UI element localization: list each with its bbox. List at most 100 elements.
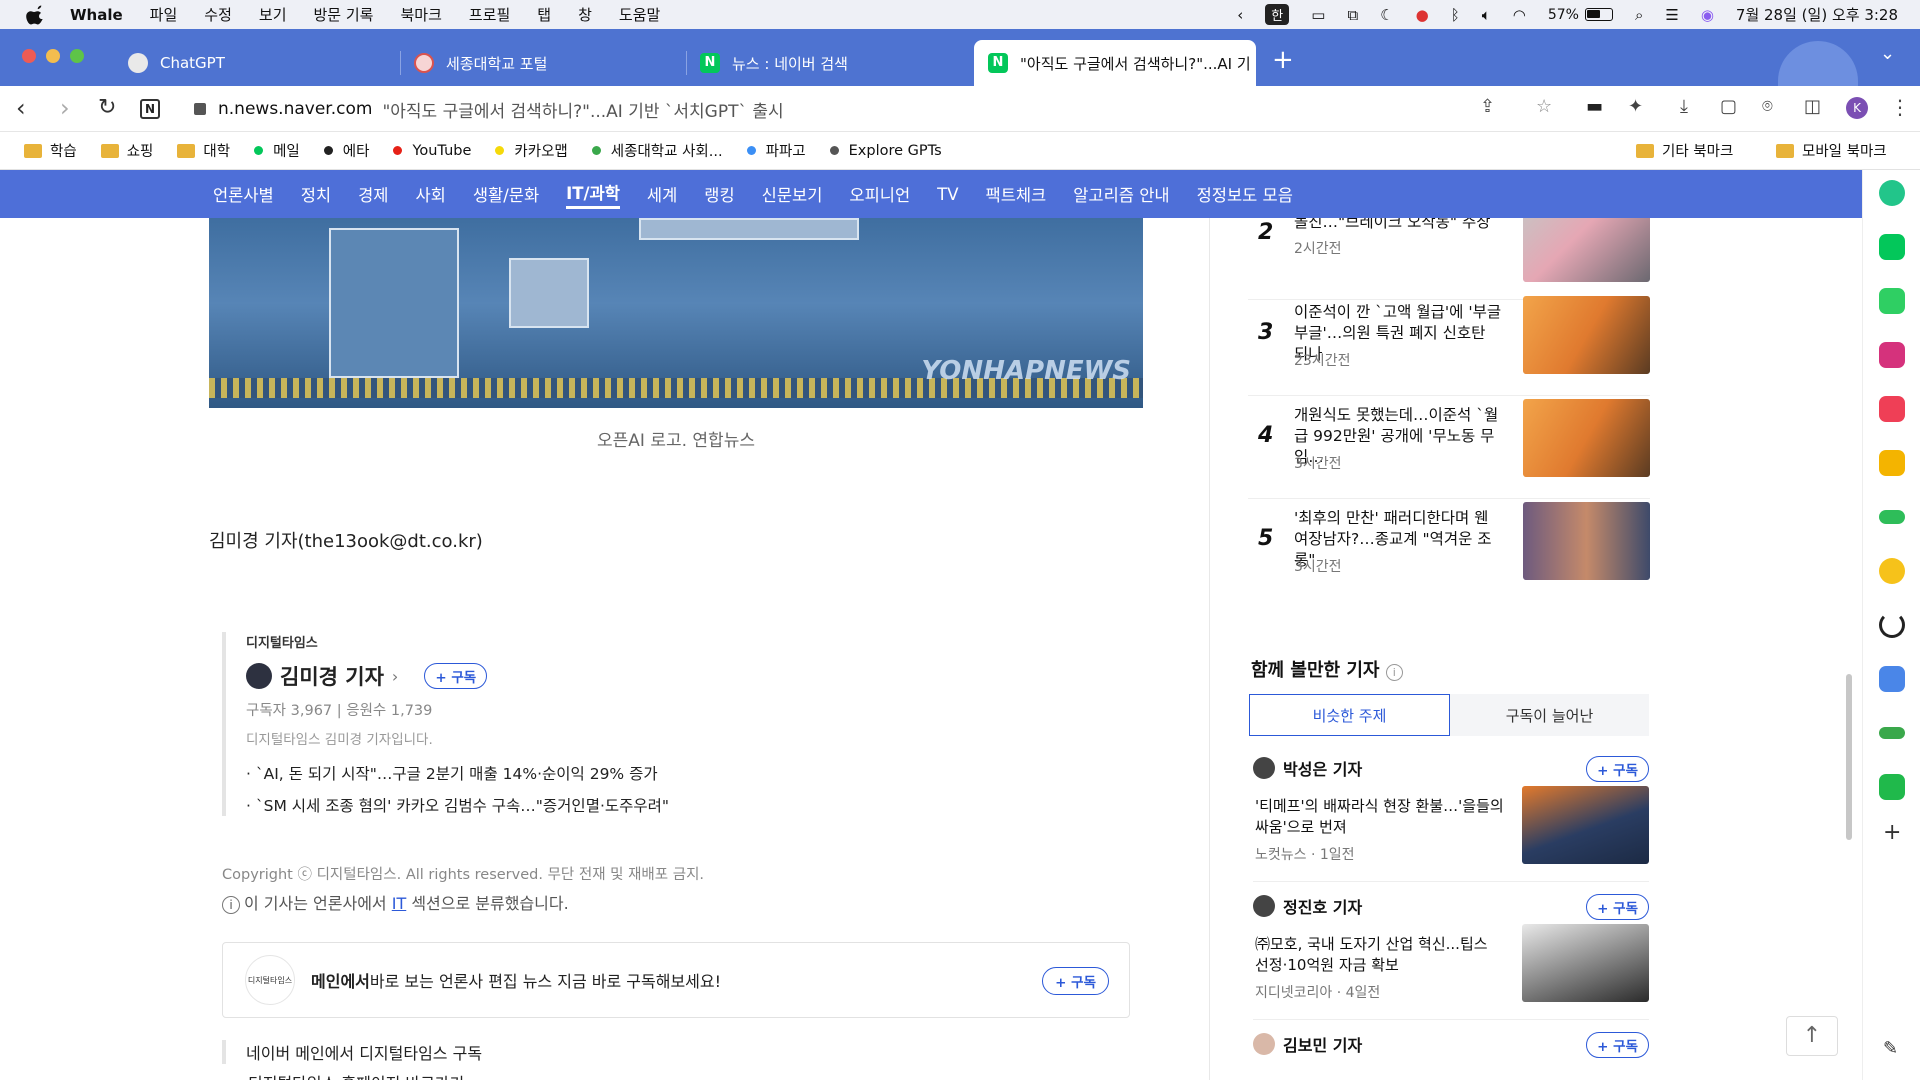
bookmark-everytime[interactable]: 에타 [323,140,369,161]
sidebar-star-icon[interactable] [1879,450,1905,476]
sidebar-chart-icon[interactable] [1879,727,1905,739]
bluetooth-icon[interactable]: ᛒ [1451,6,1460,24]
journalist-subscribe-button[interactable]: + 구독 [1586,894,1649,920]
journalist-subscribe-button[interactable]: + 구독 [1586,756,1649,782]
menu-tab[interactable]: 탭 [537,4,551,25]
card-article-link[interactable]: · `SM 시세 조종 혐의' 카카오 김범수 구속…"증거인멸·도주우려" [246,794,742,816]
sidebar-translate-icon[interactable] [1879,666,1905,692]
nav-item-ranking[interactable]: 랭킹 [704,182,734,206]
menu-profile[interactable]: 프로필 [469,4,510,25]
nav-item-world[interactable]: 세계 [647,182,677,206]
menu-edit[interactable]: 수정 [204,4,232,25]
sidebar-card-icon[interactable] [1879,510,1905,524]
info-icon[interactable]: i [1385,664,1403,681]
nav-item-it-science[interactable]: IT/과학 [566,180,620,209]
bookmark-papago[interactable]: 파파고 [746,140,806,161]
ranking-item[interactable]: 3 이준석이 깐 `고액 월급'에 '부글부글'…의원 특권 폐지 신호탄 되나… [1248,296,1650,396]
bookmark-folder-mobile[interactable]: 모바일 북마크 [1776,140,1887,161]
naver-site-icon[interactable]: N [140,99,160,119]
download-icon[interactable]: ⤓ [1680,96,1688,117]
sidebar-add-icon[interactable]: + [1883,820,1901,845]
screenshot-icon[interactable]: ⌾ [1762,96,1773,117]
moon-icon[interactable]: ☾ [1380,6,1393,24]
window-close-button[interactable] [22,49,36,63]
bookmark-folder-other[interactable]: 기타 북마크 [1636,140,1733,161]
nav-item-factcheck[interactable]: 팩트체크 [986,182,1047,206]
tab-naver-search[interactable]: N 뉴스 : 네이버 검색 [676,40,966,86]
mobile-view-icon[interactable]: ▢ [1720,96,1737,117]
nav-item-economy[interactable]: 경제 [358,182,388,206]
profile-avatar[interactable]: K [1846,97,1868,119]
video-icon[interactable]: ▬ [1586,96,1603,117]
more-menu-icon[interactable]: ⋮ [1890,95,1910,119]
section-note-link[interactable]: IT [392,894,407,913]
card-article-link[interactable]: · `AI, 돈 되기 시작"…구글 2분기 매출 14%·순이익 29% 증가 [246,762,742,784]
bookmark-kakaomap[interactable]: 카카오맵 [495,140,568,161]
menu-view[interactable]: 보기 [259,4,287,25]
nav-item-corrections[interactable]: 정정보도 모음 [1197,182,1293,206]
share-icon[interactable]: ⇪ [1480,96,1495,117]
input-method-indicator[interactable]: 한 [1265,4,1290,25]
forward-icon[interactable]: › [60,94,70,122]
sidebar-webtoon-icon[interactable] [1879,288,1905,314]
menubar-app-name[interactable]: Whale [70,6,123,24]
tab-chatgpt[interactable]: ChatGPT [104,40,394,86]
bottom-link-naver-main[interactable]: 네이버 메인에서 디지털타임스 구독 [222,1040,482,1064]
tab-sejong-portal[interactable]: 세종대학교 포털 [390,40,680,86]
ranking-item[interactable]: 4 개원식도 못했는데…이준석 `월급 992만원' 공개에 '무노동 무임… … [1248,399,1650,499]
bookmark-folder-study[interactable]: 학습 [24,140,77,161]
chevron-left-icon[interactable]: ‹ [1237,6,1243,24]
subscribe-button[interactable]: + 구독 [424,663,488,689]
apple-icon[interactable] [26,5,44,25]
sidebar-map-pin-icon[interactable] [1879,558,1905,584]
tab-current-article[interactable]: N "아직도 구글에서 검색하니?"...AI 기 [974,40,1256,86]
sidebar-naver-icon[interactable] [1879,234,1905,260]
nav-item-algorithm[interactable]: 알고리즘 안내 [1073,182,1169,206]
tab-similar-topic[interactable]: 비슷한 주제 [1249,694,1450,736]
bookmark-folder-shopping[interactable]: 쇼핑 [100,140,153,161]
new-tab-button[interactable]: + [1272,45,1294,75]
bookmark-explore-gpts[interactable]: Explore GPTs [829,143,942,159]
sidebar-smile-icon[interactable] [1879,612,1905,638]
siri-icon[interactable]: ◉ [1701,6,1714,24]
sidebar-naver-app-icon[interactable] [1879,774,1905,800]
battery-status[interactable]: 57% [1548,7,1613,23]
sidebar-green-circle-icon[interactable] [1879,180,1905,206]
window-minimize-button[interactable] [46,49,60,63]
bookmark-mail[interactable]: 메일 [254,140,300,161]
bottom-link-homepage[interactable]: 디지털타임스 홈페이지 바로가기 [248,1070,464,1080]
journalist-item[interactable]: 김보민 기자 + 구독 [1253,1032,1649,1080]
tab-list-chevron-icon[interactable]: ⌄ [1880,43,1895,64]
display-icon[interactable]: ▭ [1311,6,1325,24]
menu-help[interactable]: 도움말 [619,4,660,25]
nav-item-newspaper[interactable]: 신문보기 [762,182,823,206]
chevron-right-icon[interactable]: › [392,667,398,686]
volume-icon[interactable]: 🔈︎ [1482,6,1491,24]
address-bar[interactable]: n.news.naver.com "아직도 구글에서 검색하니?"...AI 기… [182,92,1542,126]
reload-icon[interactable]: ↻ [98,95,116,120]
back-icon[interactable]: ‹ [16,94,26,122]
screens-icon[interactable]: ⧉ [1347,6,1358,24]
wifi-icon[interactable]: ◠ [1513,6,1526,24]
back-to-top-button[interactable]: ↑ [1786,1016,1838,1056]
sidebar-pocket-icon[interactable] [1879,396,1905,422]
menubar-datetime[interactable]: 7월 28일 (일) 오후 3:28 [1736,4,1898,25]
menu-history[interactable]: 방문 기록 [314,4,374,25]
ranking-item[interactable]: 2 돌진…"브레이크 오작동" 주장 2시간전 [1248,218,1650,300]
window-zoom-button[interactable] [70,49,84,63]
tab-growing-subscribers[interactable]: 구독이 늘어난 [1450,694,1649,736]
nav-item-society[interactable]: 사회 [415,182,445,206]
control-center-icon[interactable]: ☰ [1665,6,1678,24]
nav-item-life-culture[interactable]: 생활/문화 [473,182,539,206]
card-reporter-name[interactable]: 김미경 기자 [280,661,384,691]
journalist-subscribe-button[interactable]: + 구독 [1586,1032,1649,1058]
journalist-item[interactable]: 정진호 기자 + 구독 ㈜모호, 국내 도자기 산업 혁신...팁스 선정·10… [1253,894,1649,1020]
spotlight-search-icon[interactable]: ⌕ [1635,6,1643,24]
sidebar-pin-icon[interactable]: ✎ [1883,1038,1898,1059]
page-scrollbar-thumb[interactable] [1846,674,1852,840]
split-view-icon[interactable]: ◫ [1804,96,1821,117]
menu-file[interactable]: 파일 [150,4,178,25]
sidebar-instagram-icon[interactable] [1879,342,1905,368]
record-icon[interactable]: ● [1416,6,1429,24]
journalist-item[interactable]: 박성은 기자 + 구독 '티메프'의 배짜라식 현장 환불…'을들의 싸움'으로… [1253,756,1649,882]
